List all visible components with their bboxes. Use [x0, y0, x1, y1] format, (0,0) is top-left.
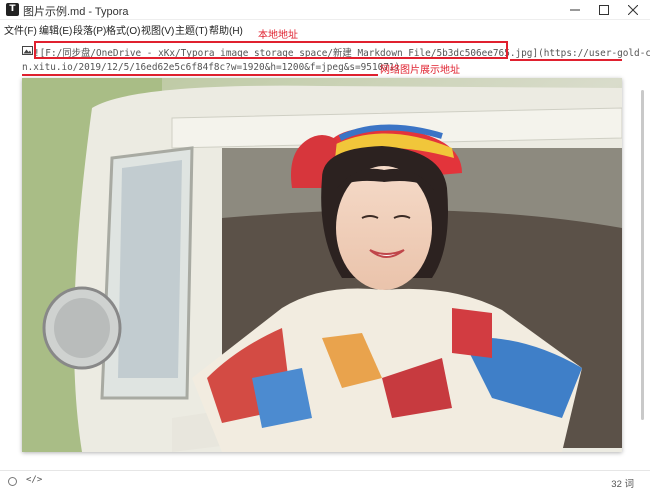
outline-toggle-icon[interactable] — [8, 477, 17, 486]
image-icon — [22, 46, 33, 55]
window-title: 图片示例.md - Typora — [23, 6, 129, 18]
photo-illustration — [22, 78, 622, 452]
menu-format[interactable]: 格式(O) — [106, 22, 140, 37]
url-underline-1 — [510, 59, 622, 61]
title-bar: T 图片示例.md - Typora — [0, 0, 650, 20]
menu-file[interactable]: 文件(F) — [4, 22, 37, 37]
menu-bar: 文件(F) 编辑(E) 段落(P) 格式(O) 视图(V) 主题(T) 帮助(H… — [0, 20, 650, 37]
menu-view[interactable]: 视图(V) — [141, 22, 174, 37]
source-mode-toggle[interactable]: </> — [26, 475, 42, 485]
menu-help[interactable]: 帮助(H) — [209, 22, 243, 37]
annotation-web-address: 网络图片展示地址 — [380, 65, 460, 76]
embedded-photo[interactable] — [22, 78, 622, 452]
annotation-local-address: 本地地址 — [258, 30, 298, 41]
status-bar: </> 32 词 — [0, 470, 650, 492]
editor-scrollbar[interactable] — [641, 90, 644, 420]
close-button[interactable] — [618, 0, 648, 20]
local-path-highlight-box — [34, 41, 508, 59]
source-url-start: (https://user-gold-cd — [538, 48, 650, 59]
markdown-source-line-2[interactable]: n.xitu.io/2019/12/5/16ed62e5c6f84f8c?w=1… — [22, 62, 400, 73]
close-icon — [628, 5, 638, 15]
word-count[interactable]: 32 词 — [611, 476, 634, 490]
menu-paragraph[interactable]: 段落(P) — [73, 22, 106, 37]
typora-app-icon: T — [6, 3, 19, 16]
maximize-button[interactable] — [589, 0, 619, 20]
url-underline-2 — [22, 74, 378, 76]
minimize-icon — [570, 9, 580, 11]
menu-theme[interactable]: 主题(T) — [175, 22, 208, 37]
minimize-button[interactable] — [560, 0, 590, 20]
menu-edit[interactable]: 编辑(E) — [39, 22, 72, 37]
maximize-icon — [599, 5, 609, 15]
